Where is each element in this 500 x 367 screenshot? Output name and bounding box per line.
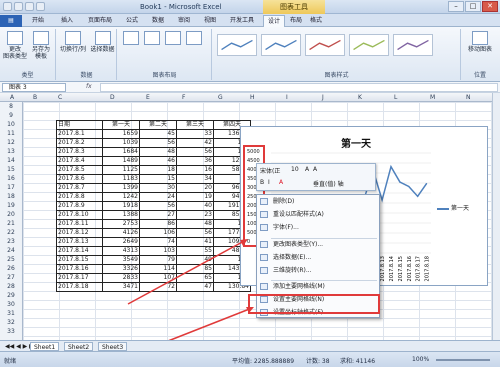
annotation-arrows (127, 239, 254, 353)
sheet-tabs-bar: ◀◀ ◀ ▶ ▶▶ Sheet1 Sheet2 Sheet3 (0, 340, 500, 351)
status-bar: 就绪 平均值: 2285.888889 计数: 38 求和: 41146 100… (0, 351, 500, 367)
status-average: 平均值: 2285.888889 (232, 358, 295, 365)
arrow-line (127, 239, 247, 305)
status-count: 计数: 38 (306, 358, 330, 365)
zoom-slider[interactable] (436, 359, 490, 361)
sheet-tab-3[interactable]: Sheet3 (98, 342, 128, 351)
status-mode: 就绪 (4, 358, 17, 365)
zoom-level[interactable]: 100% (412, 356, 429, 363)
sheet-tab-2[interactable]: Sheet2 (64, 342, 94, 351)
sheet-tab-1[interactable]: Sheet1 (30, 342, 60, 351)
status-sum: 求和: 41146 (340, 358, 376, 365)
